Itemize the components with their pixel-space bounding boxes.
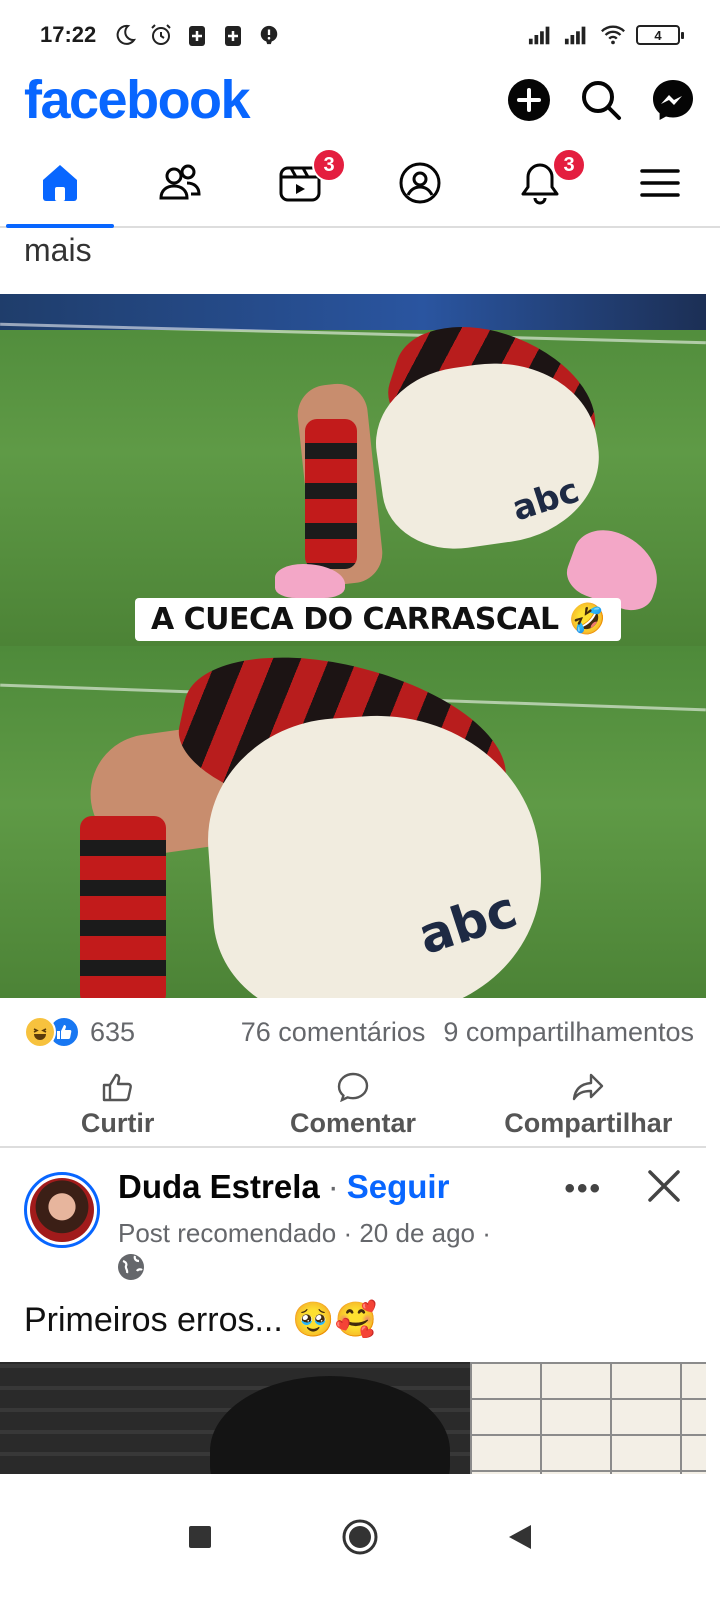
share-icon — [573, 1073, 604, 1100]
recents-button[interactable] — [180, 1517, 220, 1557]
reactions-summary: 635 76 comentários 9 compartilhamentos — [24, 1010, 694, 1054]
like-button[interactable]: Curtir — [0, 1064, 235, 1146]
share-button[interactable]: Compartilhar — [471, 1064, 706, 1146]
comment-icon — [337, 1072, 369, 1102]
player-sock — [305, 419, 357, 569]
home-icon — [43, 165, 77, 201]
shares-count[interactable]: 9 compartilhamentos — [443, 1017, 694, 1048]
close-button[interactable] — [644, 1166, 684, 1206]
facebook-logo[interactable]: facebook — [24, 69, 251, 131]
circle-icon — [342, 1519, 378, 1555]
feed-right-gutter — [706, 228, 720, 1474]
tab-menu[interactable] — [600, 140, 720, 226]
post-header: Duda Estrela · Seguir Post recomendado ·… — [24, 1160, 694, 1280]
more-options-button[interactable]: ••• — [564, 1172, 602, 1206]
image-caption: A CUECA DO CARRASCAL 🤣 — [135, 598, 622, 641]
square-icon — [189, 1526, 211, 1548]
image-background-bricks — [470, 1362, 706, 1474]
comment-button[interactable]: Comentar — [235, 1064, 470, 1146]
comments-count[interactable]: 76 comentários — [241, 1017, 426, 1048]
video-badge: 3 — [312, 148, 346, 182]
post-actions: Curtir Comentar Compartilhar — [0, 1064, 706, 1148]
post-text: Primeiros erros... 🥹🥰 — [24, 1301, 377, 1339]
reaction-count[interactable]: 635 — [90, 1017, 135, 1048]
system-nav-bar — [0, 1474, 720, 1600]
status-bar: 17:22 4 — [0, 0, 720, 70]
back-button[interactable] — [500, 1517, 540, 1557]
post-image[interactable] — [0, 1362, 706, 1474]
app-header: facebook — [0, 70, 720, 130]
notifications-badge: 3 — [552, 148, 586, 182]
tab-home[interactable] — [0, 140, 120, 228]
status-time: 17:22 — [40, 22, 97, 47]
search-icon — [582, 81, 621, 120]
like-label: Curtir — [80, 1107, 155, 1138]
alarm-icon — [148, 22, 174, 48]
globe-icon — [116, 1252, 146, 1282]
menu-icon — [640, 169, 680, 197]
profile-icon — [399, 162, 441, 204]
messenger-button[interactable] — [650, 77, 696, 123]
close-icon — [648, 1170, 680, 1202]
moon-icon — [112, 22, 138, 48]
battery-icon: 4 — [636, 25, 684, 45]
player-sock — [80, 816, 166, 998]
messenger-icon — [653, 80, 693, 120]
back-triangle-icon — [509, 1525, 531, 1549]
post-meta: Post recomendado · 20 de ago · — [118, 1218, 491, 1248]
post-image-bottom: abc — [0, 646, 706, 998]
alert-icon — [256, 22, 282, 48]
tab-profile[interactable] — [360, 140, 480, 226]
friends-icon — [159, 164, 201, 200]
follow-button[interactable]: Seguir — [347, 1168, 450, 1206]
search-button[interactable] — [578, 77, 624, 123]
avatar[interactable] — [24, 1172, 100, 1248]
author-name[interactable]: Duda Estrela — [118, 1168, 320, 1206]
thumbs-up-icon — [102, 1073, 132, 1101]
main-tabs: 3 3 — [0, 140, 720, 228]
signal-icon — [564, 22, 590, 48]
separator: · — [327, 1168, 339, 1205]
author-line: Duda Estrela · Seguir — [118, 1168, 449, 1206]
avatar-image — [30, 1178, 94, 1242]
signal-icon — [528, 22, 554, 48]
create-button[interactable] — [506, 77, 552, 123]
comment-label: Comentar — [289, 1107, 416, 1138]
tab-video[interactable]: 3 — [240, 140, 360, 226]
post-text-more[interactable]: mais — [24, 232, 92, 269]
reaction-icons[interactable] — [24, 1016, 80, 1048]
battery-saver-icon — [184, 22, 210, 48]
tab-friends[interactable] — [120, 140, 240, 226]
tab-notifications[interactable]: 3 — [480, 140, 600, 226]
share-label: Compartilhar — [504, 1107, 673, 1138]
plus-icon — [508, 79, 550, 121]
battery-saver-icon — [220, 22, 246, 48]
wifi-icon — [600, 22, 626, 48]
home-nav-button[interactable] — [340, 1517, 380, 1557]
post-image-top: abc — [0, 294, 706, 646]
haha-reaction-icon — [24, 1016, 56, 1048]
post-image[interactable]: abc abc A CUECA DO CARRASCAL 🤣 — [0, 294, 706, 998]
